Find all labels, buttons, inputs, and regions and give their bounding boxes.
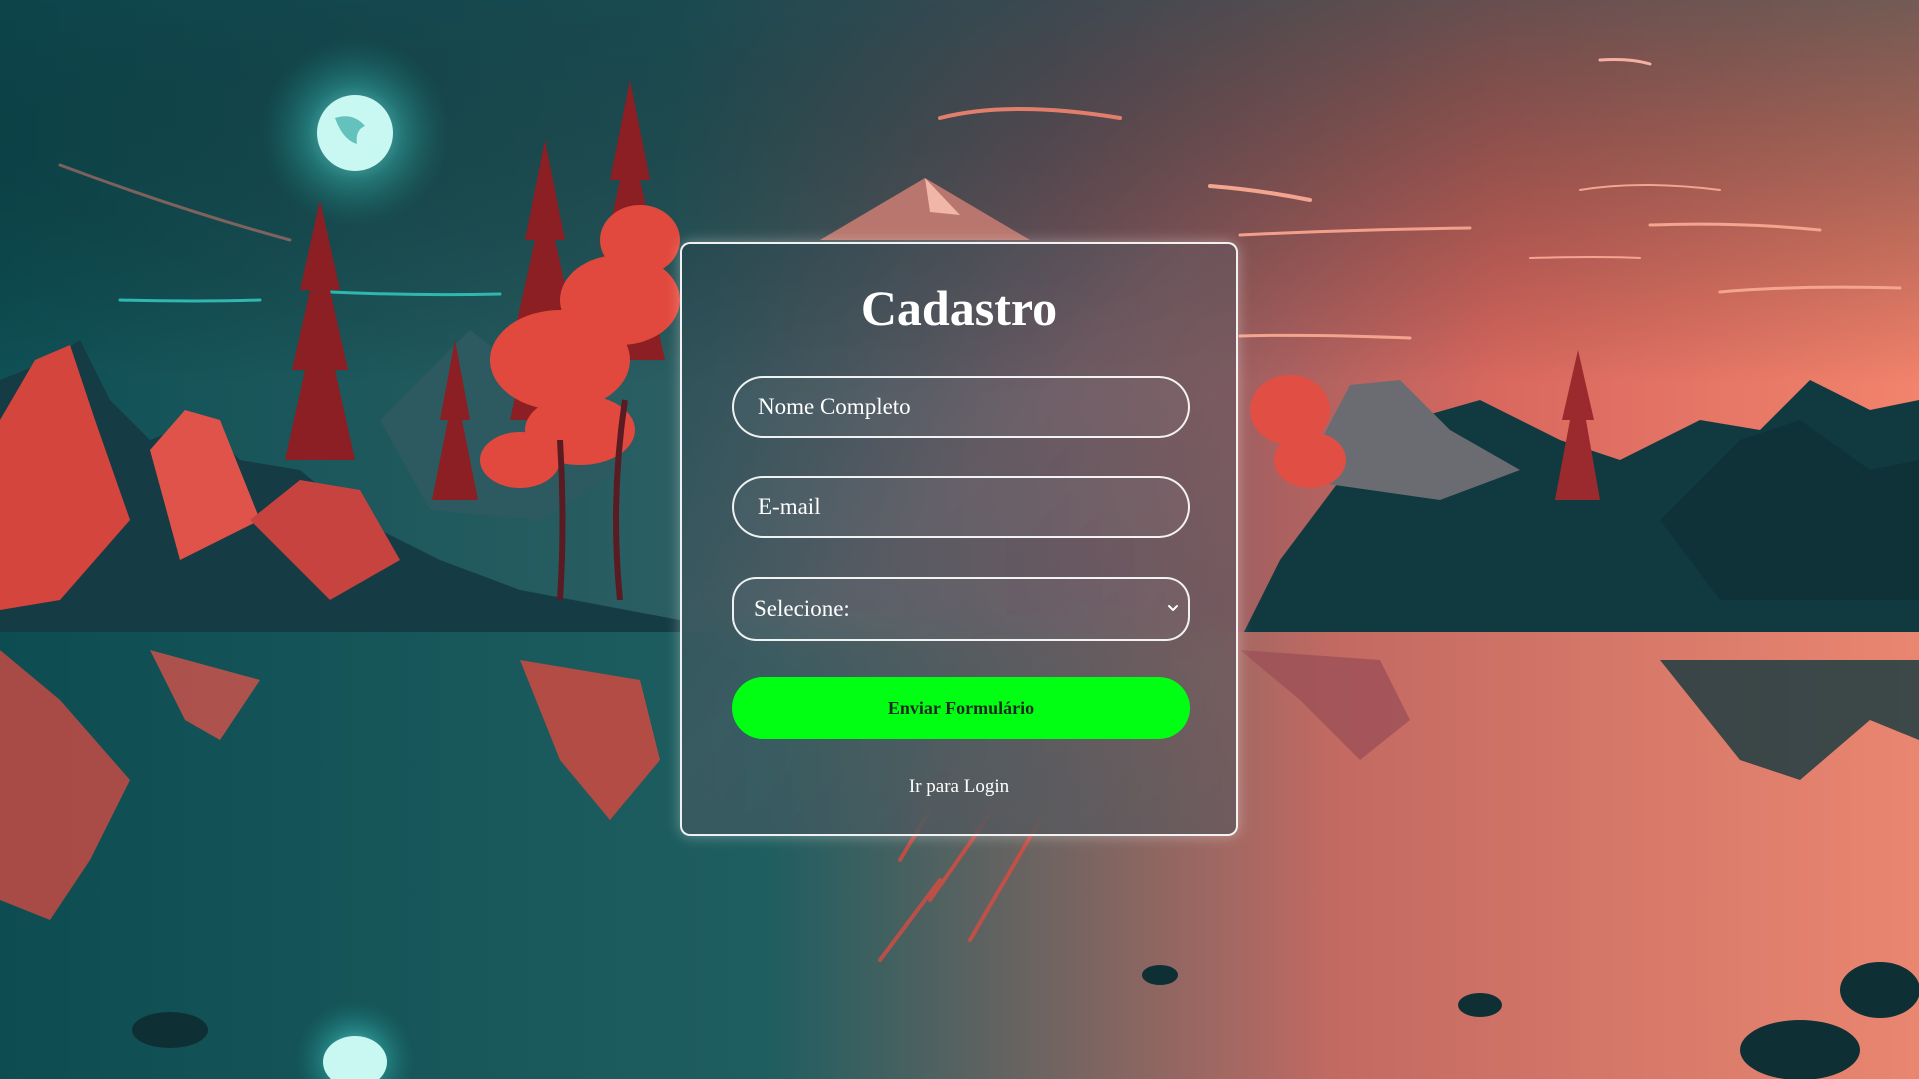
select-selected-value: Selecione: [754, 596, 850, 621]
email-input[interactable] [732, 476, 1190, 538]
register-card: Cadastro Selecione: Enviar Formulário Ir… [680, 242, 1238, 836]
chevron-down-icon [1168, 605, 1178, 611]
category-select[interactable]: Selecione: [732, 577, 1190, 641]
go-to-login-link[interactable]: Ir para Login [682, 776, 1236, 798]
full-name-input[interactable] [732, 376, 1190, 438]
submit-button[interactable]: Enviar Formulário [732, 677, 1190, 739]
form-title: Cadastro [860, 280, 1058, 336]
